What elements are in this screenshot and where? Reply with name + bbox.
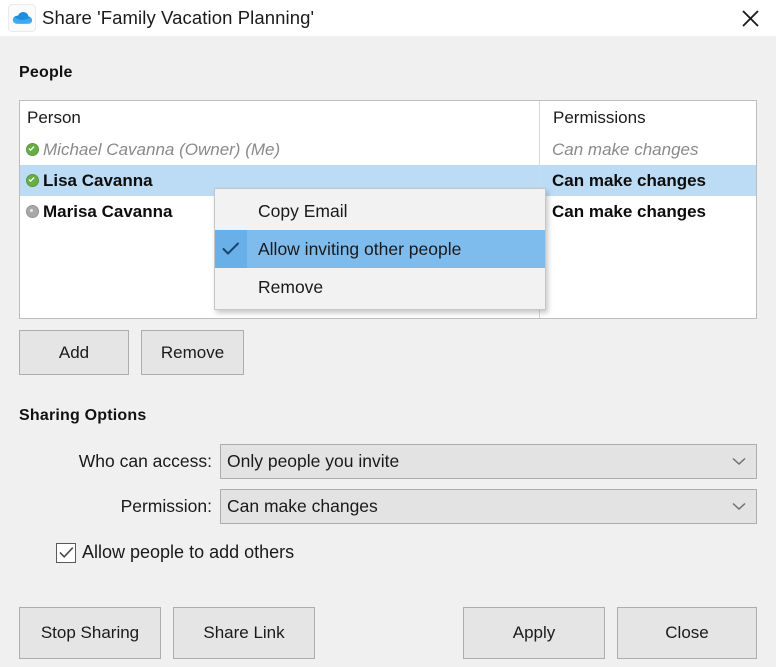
permission-cell: Can make changes [539, 202, 706, 222]
checkbox-label: Allow people to add others [82, 542, 294, 563]
menu-item-check-gutter [215, 268, 247, 306]
people-list-header: Person Permissions [20, 101, 756, 134]
check-icon [59, 547, 74, 559]
person-name: Lisa Cavanna [43, 171, 153, 191]
menu-item-copy-email[interactable]: Copy Email [215, 192, 545, 230]
who-can-access-select[interactable]: Only people you invite [220, 444, 757, 479]
add-button[interactable]: Add [19, 330, 129, 375]
person-cell: Michael Cavanna (Owner) (Me) [26, 140, 539, 160]
stop-sharing-button[interactable]: Stop Sharing [19, 607, 161, 659]
remove-button[interactable]: Remove [141, 330, 244, 375]
status-offline-icon [26, 205, 39, 218]
permission-cell: Can make changes [539, 171, 706, 191]
status-online-icon [26, 174, 39, 187]
chevron-down-icon [732, 502, 746, 511]
person-name: Michael Cavanna (Owner) (Me) [43, 140, 280, 160]
context-menu[interactable]: Copy Email Allow inviting other people R… [214, 188, 546, 310]
title-bar: Share 'Family Vacation Planning' [0, 0, 776, 36]
column-header-person: Person [27, 108, 540, 128]
apply-button[interactable]: Apply [463, 607, 605, 659]
status-online-icon [26, 143, 39, 156]
onedrive-cloud-icon [8, 4, 36, 32]
check-icon [222, 242, 240, 256]
people-section-heading: People [19, 64, 73, 82]
window-title: Share 'Family Vacation Planning' [42, 7, 314, 29]
menu-item-check-gutter [215, 192, 247, 230]
who-can-access-label: Who can access: [19, 451, 220, 472]
permission-value: Can make changes [227, 496, 378, 517]
menu-item-label: Remove [247, 277, 323, 298]
who-can-access-row: Who can access: Only people you invite [19, 444, 757, 479]
chevron-down-icon [732, 457, 746, 466]
table-row[interactable]: Michael Cavanna (Owner) (Me) Can make ch… [20, 134, 756, 165]
person-name: Marisa Cavanna [43, 202, 172, 222]
menu-item-check-gutter [215, 230, 247, 268]
who-can-access-value: Only people you invite [227, 451, 399, 472]
sharing-options-heading: Sharing Options [19, 407, 146, 425]
menu-item-label: Copy Email [247, 201, 347, 222]
close-icon[interactable] [724, 0, 776, 36]
allow-people-to-add-others-checkbox[interactable]: Allow people to add others [56, 542, 294, 563]
permission-row: Permission: Can make changes [19, 489, 757, 524]
permission-label: Permission: [19, 496, 220, 517]
close-button[interactable]: Close [617, 607, 757, 659]
menu-item-label: Allow inviting other people [247, 239, 461, 260]
share-link-button[interactable]: Share Link [173, 607, 315, 659]
permission-cell: Can make changes [539, 140, 698, 160]
checkbox-box [56, 543, 76, 563]
column-header-permissions: Permissions [540, 108, 646, 128]
menu-item-remove[interactable]: Remove [215, 268, 545, 306]
permission-select[interactable]: Can make changes [220, 489, 757, 524]
menu-item-allow-inviting-other-people[interactable]: Allow inviting other people [215, 230, 545, 268]
